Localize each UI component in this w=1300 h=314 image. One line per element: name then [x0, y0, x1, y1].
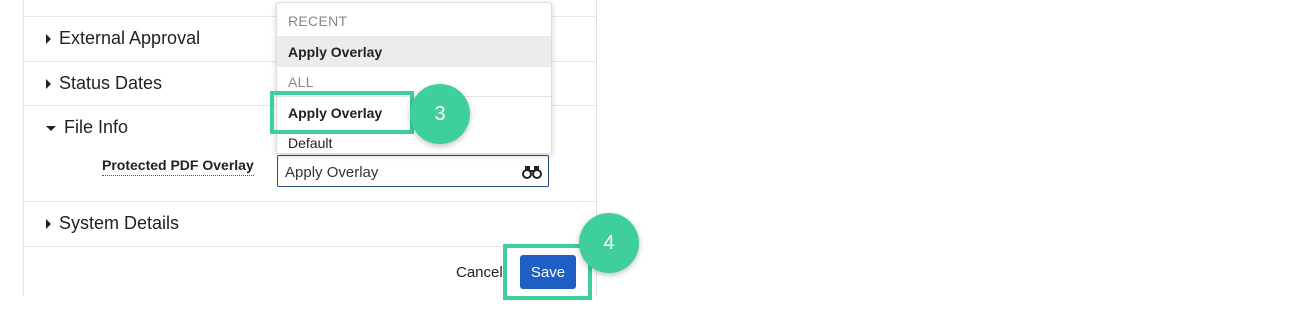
section-file-info[interactable]: File Info — [46, 117, 128, 138]
dropdown-item-label: Apply Overlay — [288, 44, 383, 60]
lookup-dropdown: RECENT Apply Overlay ALL Apply Overlay D… — [276, 2, 552, 154]
step-4-badge: 4 — [579, 213, 639, 273]
dropdown-item-recent-apply-overlay[interactable]: Apply Overlay — [277, 36, 551, 67]
protected-pdf-overlay-lookup[interactable]: Apply Overlay — [277, 155, 549, 187]
section-label: System Details — [59, 213, 180, 233]
section-label: File Info — [64, 117, 129, 137]
recent-header: RECENT — [288, 13, 348, 29]
lookup-value: Apply Overlay — [285, 164, 379, 181]
section-status-dates[interactable]: Status Dates — [46, 73, 162, 94]
dropdown-item-label: Apply Overlay — [288, 105, 383, 121]
all-header: ALL — [288, 74, 314, 90]
divider — [24, 201, 596, 202]
section-label: Status Dates — [59, 73, 163, 93]
save-button[interactable]: Save — [520, 255, 576, 289]
divider — [24, 246, 596, 247]
cancel-button[interactable]: Cancel — [456, 264, 503, 281]
section-external-approval[interactable]: External Approval — [46, 28, 200, 49]
caret-right-icon — [46, 218, 51, 229]
binoculars-icon[interactable] — [522, 165, 542, 179]
caret-right-icon — [46, 78, 51, 89]
section-system-details[interactable]: System Details — [46, 213, 179, 234]
dropdown-item-default[interactable]: Default — [277, 127, 551, 153]
dropdown-item-label: Default — [288, 135, 333, 151]
section-label: External Approval — [59, 28, 201, 48]
caret-down-icon — [46, 126, 56, 131]
caret-right-icon — [46, 33, 51, 44]
protected-pdf-overlay-label: Protected PDF Overlay — [102, 157, 254, 176]
step-3-badge: 3 — [410, 84, 470, 144]
